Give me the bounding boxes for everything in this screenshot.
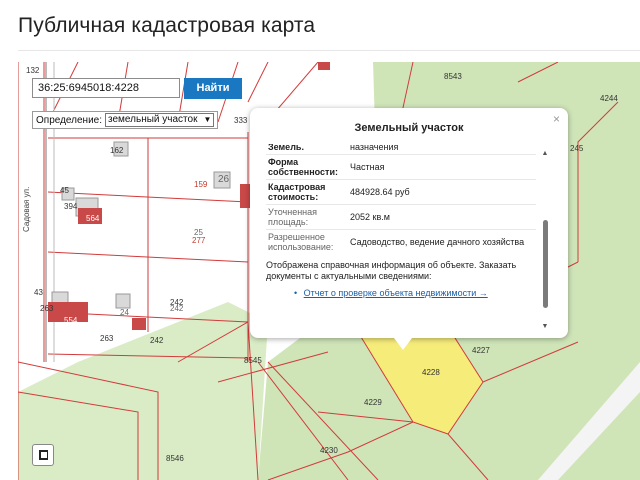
object-info-popup: × Земельный участок Земель. назначения Ф…	[250, 108, 568, 338]
definition-selected-value: земельный участок	[108, 114, 198, 125]
table-row: Кадастровая стоимость: 484928.64 руб	[266, 179, 536, 205]
info-key: Кадастровая стоимость:	[266, 179, 348, 205]
parcel-number: 4229	[364, 398, 382, 407]
info-key: Разрешенное использование:	[268, 232, 334, 252]
parcel-number: 554	[64, 316, 78, 325]
info-value: назначения	[348, 144, 536, 155]
parcel-number: 24	[120, 308, 129, 317]
parcel-number: 26	[218, 174, 230, 185]
report-link-row: • Отчет о проверке объекта недвижимости …	[294, 288, 542, 298]
definition-label: Определение:	[36, 114, 103, 126]
parcel-number: 277	[192, 236, 206, 245]
info-key: Земель.	[266, 144, 348, 155]
cadastral-map[interactable]: 8543 4244 245 132 333 162 159 26 394 564…	[18, 62, 640, 480]
parcel-number: 132	[26, 66, 40, 75]
parcel-number: 242	[170, 304, 184, 313]
layers-button[interactable]	[32, 444, 54, 466]
scrollbar-thumb[interactable]	[543, 220, 548, 308]
info-note: Отображена справочная информация об объе…	[266, 260, 517, 281]
info-value: Садоводство, ведение дачного хозяйства	[350, 237, 525, 247]
parcel-number: 263	[100, 334, 114, 343]
chevron-down-icon: ▼	[203, 115, 212, 124]
scroll-up-icon[interactable]: ▲	[540, 150, 550, 157]
title-divider	[18, 50, 640, 51]
search-button[interactable]: Найти	[184, 78, 242, 99]
info-key: Форма собственности:	[266, 154, 348, 180]
info-table: Земель. назначения Форма собственности: …	[266, 144, 536, 254]
parcel-number: 564	[86, 214, 100, 223]
definition-selector[interactable]: Определение: земельный участок ▼	[32, 111, 219, 129]
parcel-number: 4230	[320, 446, 338, 455]
parcel-number: 245	[570, 144, 584, 153]
report-link[interactable]: Отчет о проверке объекта недвижимости →	[304, 288, 488, 298]
definition-select[interactable]: земельный участок ▼	[105, 113, 215, 127]
parcel-number: 394	[64, 202, 78, 211]
info-value: Частная	[348, 154, 536, 180]
info-value: 484928.64 руб	[348, 179, 536, 205]
popup-scroll-area[interactable]: Земель. назначения Форма собственности: …	[266, 144, 542, 324]
parcel-number: 263	[40, 304, 54, 313]
search-input[interactable]: 36:25:6945018:4228	[32, 78, 180, 98]
table-row: Уточненная площадь: 2052 кв.м	[266, 204, 536, 230]
parcel-number: 4228	[422, 368, 440, 377]
popup-scrollbar[interactable]: ▲ ▼	[540, 144, 550, 330]
table-row: Форма собственности: Частная	[266, 154, 536, 180]
parcel-number: 4227	[472, 346, 490, 355]
popup-pointer-icon	[394, 338, 412, 350]
parcel-number: 8546	[166, 454, 184, 463]
parcel-number: 4244	[600, 94, 618, 103]
parcel-number: 242	[150, 336, 164, 345]
parcel-number: 43	[34, 288, 43, 297]
scroll-down-icon[interactable]: ▼	[540, 323, 550, 330]
page-title: Публичная кадастровая карта	[18, 14, 316, 37]
parcel-number: 333	[234, 116, 248, 125]
info-value: 2052 кв.м	[348, 204, 536, 230]
parcel-number: 159	[194, 180, 208, 189]
parcel-number: 162	[110, 146, 124, 155]
parcel-number: 8543	[444, 72, 462, 81]
parcel-number: 45	[60, 186, 69, 195]
street-name: Садовая ул.	[22, 186, 31, 232]
layer-square-icon	[39, 450, 48, 460]
table-row: Разрешенное использование: Садоводство, …	[266, 230, 536, 255]
bullet-icon: •	[294, 288, 298, 298]
info-key: Уточненная площадь:	[266, 204, 348, 230]
parcel-number: 8545	[244, 356, 262, 365]
table-row: Земель. назначения	[266, 144, 536, 155]
popup-title: Земельный участок	[354, 122, 464, 134]
